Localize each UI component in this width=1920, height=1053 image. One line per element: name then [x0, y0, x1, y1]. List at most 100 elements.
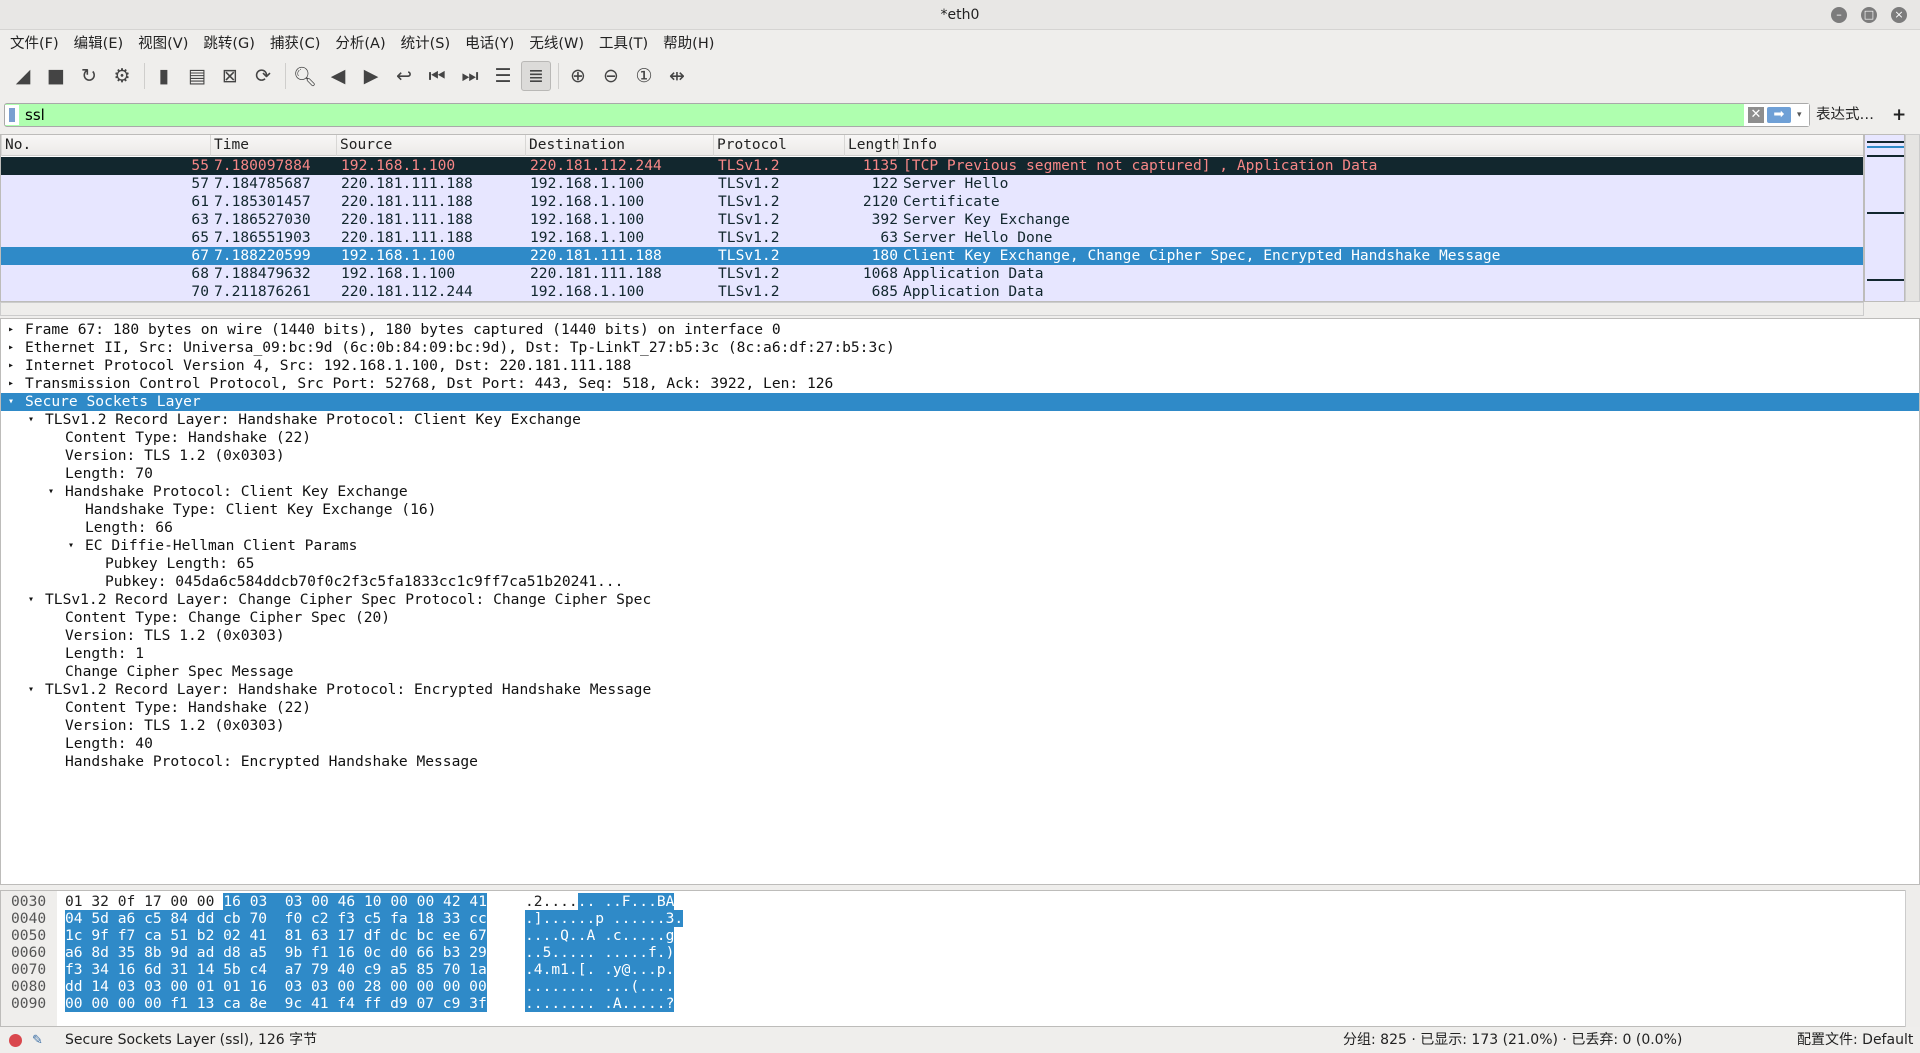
expanded-arrow-icon[interactable]: ▾: [25, 591, 37, 609]
packet-row[interactable]: 67 7.188220599 192.168.1.100 220.181.111.18…: [1, 247, 1863, 265]
detail-tree-item[interactable]: Handshake Protocol: Encrypted Handshake …: [1, 753, 1919, 771]
first-packet-icon[interactable]: ⏮: [422, 61, 452, 91]
detail-tree-item[interactable]: Content Type: Handshake (22): [1, 429, 1919, 447]
packet-row[interactable]: 57 7.184785687 220.181.111.188 192.168.1.10…: [1, 175, 1863, 193]
hex-row[interactable]: 0060 a6 8d 35 8b 9d ad d8 a5 9b f1 16 0c …: [1, 944, 1901, 961]
zoom-normal-icon[interactable]: ①: [629, 61, 659, 91]
minimize-button[interactable]: –: [1831, 7, 1847, 23]
detail-tree-item[interactable]: ▸ Frame 67: 180 bytes on wire (1440 bits)…: [1, 321, 1919, 339]
detail-tree-item[interactable]: Handshake Type: Client Key Exchange (16): [1, 501, 1919, 519]
go-forward-icon[interactable]: ▶: [356, 61, 386, 91]
detail-tree-item[interactable]: ▸ Transmission Control Protocol, Src Port…: [1, 375, 1919, 393]
packet-list-horizontal-scrollbar[interactable]: [0, 302, 1864, 316]
hex-row[interactable]: 0080 dd 14 03 03 00 01 01 16 03 03 00 28 …: [1, 978, 1901, 995]
expression-button[interactable]: 表达式…: [1816, 103, 1874, 127]
display-filter-input[interactable]: [19, 106, 1744, 124]
colorize-icon[interactable]: ≣: [521, 61, 551, 91]
packet-minimap[interactable]: [1864, 134, 1905, 302]
shark-fin-start-icon[interactable]: ◢: [8, 61, 38, 91]
detail-tree-item[interactable]: Version: TLS 1.2 (0x0303): [1, 717, 1919, 735]
packet-row[interactable]: 65 7.186551903 220.181.111.188 192.168.1.10…: [1, 229, 1863, 247]
hex-row[interactable]: 0040 04 5d a6 c5 84 dd cb 70 f0 c2 f3 c5 …: [1, 910, 1901, 927]
detail-tree-item[interactable]: ▾ Secure Sockets Layer: [1, 393, 1919, 411]
detail-tree-item[interactable]: ▸ Ethernet II, Src: Universa_09:bc:9d (6c…: [1, 339, 1919, 357]
packet-row[interactable]: 61 7.185301457 220.181.111.188 192.168.1.10…: [1, 193, 1863, 211]
restart-icon[interactable]: ↻: [74, 61, 104, 91]
hex-row[interactable]: 0050 1c 9f f7 ca 51 b2 02 41 81 63 17 df …: [1, 927, 1901, 944]
column-header-time[interactable]: Time: [210, 135, 249, 156]
menu-item[interactable]: 分析(A): [335, 32, 385, 56]
menu-item[interactable]: 编辑(E): [74, 32, 123, 56]
detail-tree-item[interactable]: ▾ TLSv1.2 Record Layer: Handshake Protoco…: [1, 411, 1919, 429]
zoom-out-icon[interactable]: ⊖: [596, 61, 626, 91]
column-header-info[interactable]: Info: [898, 135, 937, 156]
column-header-no[interactable]: No.: [1, 135, 31, 156]
collapsed-arrow-icon[interactable]: ▸: [5, 375, 17, 393]
menu-item[interactable]: 统计(S): [401, 32, 451, 56]
menu-item[interactable]: 工具(T): [599, 32, 648, 56]
hex-row[interactable]: 0030 01 32 0f 17 00 00 16 03 03 00 46 10 …: [1, 893, 1901, 910]
menu-item[interactable]: 视图(V): [138, 32, 188, 56]
go-to-packet-icon[interactable]: ↩: [389, 61, 419, 91]
detail-tree-item[interactable]: Length: 1: [1, 645, 1919, 663]
detail-tree-item[interactable]: Version: TLS 1.2 (0x0303): [1, 447, 1919, 465]
open-file-icon[interactable]: ▮: [149, 61, 179, 91]
expanded-arrow-icon[interactable]: ▾: [5, 393, 17, 411]
column-header-destination[interactable]: Destination: [525, 135, 625, 156]
menu-item[interactable]: 捕获(C): [270, 32, 320, 56]
packet-row[interactable]: 63 7.186527030 220.181.111.188 192.168.1.10…: [1, 211, 1863, 229]
detail-tree-item[interactable]: Content Type: Change Cipher Spec (20): [1, 609, 1919, 627]
expanded-arrow-icon[interactable]: ▾: [65, 537, 77, 555]
capture-comment-icon[interactable]: ✎: [32, 1028, 43, 1053]
expert-info-icon[interactable]: [9, 1034, 22, 1047]
menu-item[interactable]: 无线(W): [529, 32, 584, 56]
column-header-source[interactable]: Source: [336, 135, 392, 156]
reload-file-icon[interactable]: ⟳: [248, 61, 278, 91]
expanded-arrow-icon[interactable]: ▾: [45, 483, 57, 501]
filter-history-dropdown-icon[interactable]: ▾: [1797, 110, 1802, 120]
detail-tree-item[interactable]: Length: 40: [1, 735, 1919, 753]
menu-item[interactable]: 帮助(H): [663, 32, 714, 56]
expanded-arrow-icon[interactable]: ▾: [25, 681, 37, 699]
capture-options-icon[interactable]: ⚙: [107, 61, 137, 91]
resize-columns-icon[interactable]: ⇹: [662, 61, 692, 91]
collapsed-arrow-icon[interactable]: ▸: [5, 339, 17, 357]
bookmark-icon[interactable]: [5, 105, 19, 125]
go-back-icon[interactable]: ◀: [323, 61, 353, 91]
add-filter-button[interactable]: +: [1892, 103, 1906, 127]
expanded-arrow-icon[interactable]: ▾: [25, 411, 37, 429]
close-file-icon[interactable]: ⊠: [215, 61, 245, 91]
detail-tree-item[interactable]: ▾ EC Diffie-Hellman Client Params: [1, 537, 1919, 555]
zoom-in-icon[interactable]: ⊕: [563, 61, 593, 91]
menu-item[interactable]: 文件(F): [10, 32, 59, 56]
column-header-protocol[interactable]: Protocol: [713, 135, 787, 156]
maximize-button[interactable]: □: [1861, 7, 1877, 23]
hex-row[interactable]: 0070 f3 34 16 6d 31 14 5b c4 a7 79 40 c9 …: [1, 961, 1901, 978]
close-button[interactable]: ×: [1891, 7, 1907, 23]
stop-icon[interactable]: ■: [41, 61, 71, 91]
apply-filter-icon[interactable]: ➡: [1767, 107, 1791, 123]
detail-tree-item[interactable]: Length: 66: [1, 519, 1919, 537]
save-file-icon[interactable]: ▤: [182, 61, 212, 91]
find-packet-icon[interactable]: 🔍︎: [290, 61, 320, 91]
detail-tree-item[interactable]: Pubkey Length: 65: [1, 555, 1919, 573]
packet-row[interactable]: 70 7.211876261 220.181.112.244 192.168.1.10…: [1, 283, 1863, 301]
detail-tree-item[interactable]: ▾ TLSv1.2 Record Layer: Change Cipher Spe…: [1, 591, 1919, 609]
packet-row[interactable]: 55 7.180097884 192.168.1.100 220.181.112.24…: [1, 157, 1863, 175]
detail-tree-item[interactable]: ▸ Internet Protocol Version 4, Src: 192.1…: [1, 357, 1919, 375]
menu-item[interactable]: 跳转(G): [203, 32, 255, 56]
collapsed-arrow-icon[interactable]: ▸: [5, 321, 17, 339]
clear-filter-icon[interactable]: ✕: [1748, 107, 1764, 123]
packet-row[interactable]: 68 7.188479632 192.168.1.100 220.181.111.18…: [1, 265, 1863, 283]
detail-tree-item[interactable]: Version: TLS 1.2 (0x0303): [1, 627, 1919, 645]
column-header-length[interactable]: Length: [844, 135, 900, 156]
detail-tree-item[interactable]: Change Cipher Spec Message: [1, 663, 1919, 681]
menu-item[interactable]: 电话(Y): [465, 32, 514, 56]
collapsed-arrow-icon[interactable]: ▸: [5, 357, 17, 375]
bytes-vertical-scrollbar[interactable]: [1905, 890, 1920, 1027]
detail-tree-item[interactable]: ▾ TLSv1.2 Record Layer: Handshake Protoco…: [1, 681, 1919, 699]
profile-status[interactable]: 配置文件: Default: [1797, 1028, 1913, 1053]
last-packet-icon[interactable]: ⏭: [455, 61, 485, 91]
autoscroll-icon[interactable]: ☰: [488, 61, 518, 91]
packet-list-vertical-scrollbar[interactable]: [1905, 134, 1920, 302]
